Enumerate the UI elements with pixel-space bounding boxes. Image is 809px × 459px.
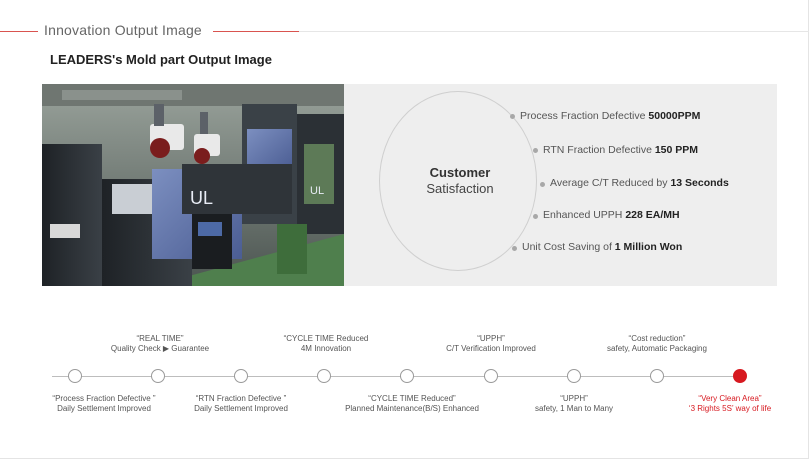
sub-title: LEADERS's Mold part Output Image: [50, 52, 272, 67]
timeline-node: [151, 369, 165, 383]
machine-label-small: UL: [310, 185, 324, 197]
timeline-label-bottom: “Process Fraction Defective ” Daily Sett…: [44, 394, 164, 414]
label-desc: C/T Verification Improved: [446, 344, 536, 353]
timeline-node: [68, 369, 82, 383]
label-desc: Quality Check ▶ Guarantee: [110, 344, 210, 353]
item-prefix: Average C/T Reduced by: [550, 177, 671, 189]
timeline-label-top: “CYCLE TIME Reduced 4M Innovation: [266, 334, 386, 354]
label-title: “UPPH”: [560, 394, 588, 403]
timeline-label-top: “Cost reduction” safety, Automatic Packa…: [597, 334, 717, 354]
bullet-dot: [533, 214, 538, 219]
timeline-node: [400, 369, 414, 383]
label-desc: Planned Maintenance(B/S) Enhanced: [345, 404, 479, 413]
timeline-node-current: [733, 369, 747, 383]
satisfaction-item: Unit Cost Saving of 1 Million Won: [522, 241, 682, 253]
customer-satisfaction-label: Customer Satisfaction: [400, 165, 520, 197]
timeline-node: [234, 369, 248, 383]
timeline-label-bottom-current: “Very Clean Area” ‘3 Rights 5S’ way of l…: [670, 394, 790, 414]
label-title: “RTN Fraction Defective ”: [195, 394, 287, 403]
bullet-dot: [510, 114, 515, 119]
item-value: 50000PPM: [648, 110, 701, 122]
center-line-2: Satisfaction: [426, 181, 494, 196]
header-accent-line-right: [213, 31, 299, 32]
satisfaction-item: Process Fraction Defective 50000PPM: [520, 110, 700, 122]
label-desc: Daily Settlement Improved: [194, 404, 288, 413]
label-title: “Cost reduction”: [628, 334, 686, 343]
timeline-label-bottom: “CYCLE TIME Reduced” Planned Maintenance…: [337, 394, 487, 414]
bullet-dot: [533, 148, 538, 153]
item-prefix: Process Fraction Defective: [520, 110, 649, 122]
label-desc: safety, 1 Man to Many: [534, 404, 614, 413]
timeline-node: [567, 369, 581, 383]
item-prefix: Enhanced UPPH: [543, 209, 626, 221]
item-prefix: Unit Cost Saving of: [522, 241, 615, 253]
header-divider: [299, 31, 809, 32]
factory-illustration: UL UL: [42, 84, 344, 286]
section-title: Innovation Output Image: [44, 22, 202, 38]
label-title: “Very Clean Area”: [698, 394, 762, 403]
label-title: “CYCLE TIME Reduced: [283, 334, 369, 343]
item-value: 13 Seconds: [670, 177, 729, 189]
label-title: “UPPH”: [477, 334, 505, 343]
label-desc: Daily Settlement Improved: [57, 404, 151, 413]
label-desc: safety, Automatic Packaging: [607, 344, 707, 353]
center-line-1: Customer: [429, 165, 491, 180]
item-value: 228 EA/MH: [625, 209, 680, 221]
bullet-dot: [512, 246, 517, 251]
timeline-label-bottom: “RTN Fraction Defective ” Daily Settleme…: [181, 394, 301, 414]
satisfaction-item: Enhanced UPPH 228 EA/MH: [543, 209, 680, 221]
machine-label: UL: [190, 188, 213, 208]
label-title: “REAL TIME”: [136, 334, 184, 343]
label-desc: 4M Innovation: [300, 344, 352, 353]
timeline-node: [317, 369, 331, 383]
label-title: “Process Fraction Defective ”: [52, 394, 156, 403]
satisfaction-item: Average C/T Reduced by 13 Seconds: [550, 177, 729, 189]
item-value: 1 Million Won: [614, 241, 683, 253]
factory-photo: UL UL: [42, 84, 344, 286]
item-value: 150 PPM: [654, 144, 699, 156]
header-accent-line: [0, 31, 38, 32]
timeline-node: [650, 369, 664, 383]
label-desc: ‘3 Rights 5S’ way of life: [688, 404, 772, 413]
timeline-label-bottom: “UPPH” safety, 1 Man to Many: [514, 394, 634, 414]
timeline-node: [484, 369, 498, 383]
bullet-dot: [540, 182, 545, 187]
timeline-label-top: “UPPH” C/T Verification Improved: [431, 334, 551, 354]
item-prefix: RTN Fraction Defective: [543, 144, 655, 156]
satisfaction-item: RTN Fraction Defective 150 PPM: [543, 144, 698, 156]
label-title: “CYCLE TIME Reduced”: [368, 394, 456, 403]
timeline-label-top: “REAL TIME” Quality Check ▶ Guarantee: [100, 334, 220, 354]
